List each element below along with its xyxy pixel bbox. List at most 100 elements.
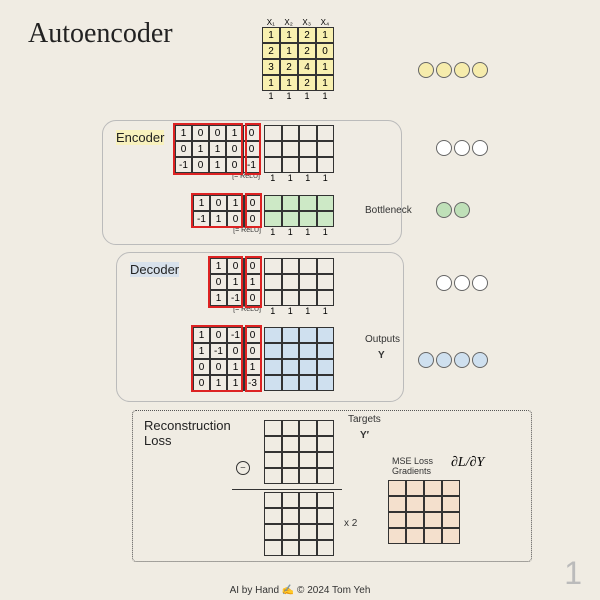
c: 0 <box>192 125 209 141</box>
c: 0 <box>227 343 244 359</box>
f: 1 <box>288 306 293 316</box>
c: 2 <box>298 75 316 91</box>
relu-label: [= ReLU] <box>175 173 260 180</box>
c: -1 <box>227 290 244 306</box>
grad-label: ∂L/∂Y <box>451 455 484 471</box>
decoder-label: Decoder <box>130 262 179 277</box>
c: 4 <box>298 59 316 75</box>
c: 1 <box>316 75 334 91</box>
enc-w2-grid: 1010 -1100 <box>193 195 261 227</box>
c: 1 <box>244 274 261 290</box>
dec-w2-grid: 10-10 1-100 0011 011-3 <box>193 327 261 391</box>
page-title: Autoencoder <box>28 18 173 50</box>
output-grid <box>264 327 334 391</box>
grad-grid <box>388 480 460 544</box>
c: 0 <box>226 157 243 173</box>
f: 1 <box>270 306 275 316</box>
mse-label: MSE Loss Gradients <box>392 456 433 476</box>
encoder-label: Encoder <box>116 130 164 145</box>
c: 1 <box>262 27 280 43</box>
enc-w1-out <box>264 125 334 173</box>
f: 1 <box>305 227 310 237</box>
c: 0 <box>244 327 261 343</box>
input-circles <box>418 62 488 78</box>
input-block: X₁ X₂ X₃ X₄ 1121 2120 3241 1121 1111 <box>262 18 334 101</box>
c: 2 <box>262 43 280 59</box>
c: 1 <box>209 141 226 157</box>
c: 0 <box>243 141 260 157</box>
c: 1 <box>227 195 244 211</box>
c: 0 <box>226 141 243 157</box>
c: -1 <box>210 343 227 359</box>
c: 0 <box>244 258 261 274</box>
c: 1 <box>316 59 334 75</box>
c: 0 <box>210 327 227 343</box>
c: 0 <box>210 274 227 290</box>
f: 1 <box>305 306 310 316</box>
enc1-circles <box>436 140 488 156</box>
f: 1 <box>305 173 310 183</box>
c: 0 <box>193 375 210 391</box>
h: X₂ <box>284 18 292 27</box>
c: 1 <box>193 327 210 343</box>
c: 0 <box>193 359 210 375</box>
c: 1 <box>210 211 227 227</box>
c: 1 <box>227 359 244 375</box>
encoder-w1: 10010 01100 -1010-1 [= ReLU] <box>175 125 260 180</box>
f: 1 <box>286 91 291 101</box>
f: 1 <box>323 173 328 183</box>
c: 1 <box>280 27 298 43</box>
enc-w1-grid: 10010 01100 -1010-1 <box>175 125 260 173</box>
diff-grid <box>264 492 334 556</box>
c: 1 <box>262 75 280 91</box>
input-headers: X₁ X₂ X₃ X₄ <box>262 18 334 27</box>
c: 0 <box>210 359 227 375</box>
bottleneck-grid <box>264 195 334 227</box>
c: 2 <box>298 43 316 59</box>
c: 1 <box>192 141 209 157</box>
c: 1 <box>209 157 226 173</box>
encoder-w2: 1010 -1100 [= ReLU] <box>193 195 261 234</box>
c: -3 <box>244 375 261 391</box>
c: 1 <box>210 258 227 274</box>
c: 0 <box>210 195 227 211</box>
c: 2 <box>298 27 316 43</box>
f: 1 <box>270 227 275 237</box>
c: -1 <box>175 157 192 173</box>
decoder-w1: 100 011 1-10 [= ReLU] <box>210 258 261 313</box>
c: 1 <box>227 274 244 290</box>
decoder-w2: 10-10 1-100 0011 011-3 <box>193 327 261 391</box>
c: 1 <box>193 343 210 359</box>
c: -1 <box>193 211 210 227</box>
h: X₃ <box>302 18 311 27</box>
c: 3 <box>262 59 280 75</box>
h: X₄ <box>321 18 330 27</box>
c: 1 <box>227 375 244 391</box>
targets-label: Targets <box>348 414 381 425</box>
c: 0 <box>192 157 209 173</box>
c: 0 <box>244 195 261 211</box>
credit-line: AI by Hand ✍ © 2024 Tom Yeh <box>0 585 600 596</box>
dec-w1-out <box>264 258 334 306</box>
loss-label: Reconstruction Loss <box>144 418 231 448</box>
bottleneck-circles <box>436 202 470 218</box>
f: 1 <box>270 173 275 183</box>
f: 1 <box>288 227 293 237</box>
input-footer: 1111 <box>262 91 334 101</box>
targets-grid <box>264 420 334 484</box>
c: 1 <box>175 125 192 141</box>
output-circles <box>418 352 488 368</box>
dec1-circles <box>436 275 488 291</box>
c: 0 <box>244 343 261 359</box>
relu-label: [= ReLU] <box>193 227 261 234</box>
c: 1 <box>244 359 261 375</box>
f: 1 <box>304 91 309 101</box>
c: 0 <box>209 125 226 141</box>
c: 1 <box>193 195 210 211</box>
c: 0 <box>244 211 261 227</box>
y-label: Y <box>378 350 385 361</box>
c: 0 <box>227 258 244 274</box>
c: 1 <box>316 27 334 43</box>
f: 1 <box>268 91 273 101</box>
minus-icon: − <box>236 461 250 475</box>
